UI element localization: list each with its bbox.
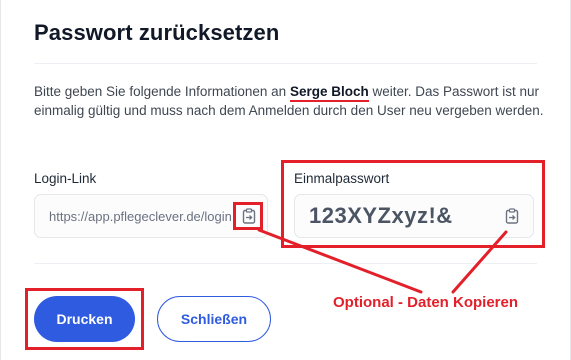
- divider: [34, 63, 537, 64]
- clipboard-copy-icon: [505, 208, 519, 224]
- clipboard-copy-icon: [242, 208, 256, 224]
- user-name-text: Serge Bloch: [289, 84, 369, 99]
- reset-password-dialog: Passwort zurücksetzen Bitte geben Sie fo…: [0, 0, 571, 360]
- dialog-title: Passwort zurücksetzen: [34, 20, 280, 45]
- user-name-red-underline: [289, 100, 369, 102]
- password-copy-button[interactable]: [503, 206, 521, 226]
- divider: [34, 263, 537, 264]
- annotation-label: Optional - Daten Kopieren: [333, 294, 519, 311]
- dialog-description: Bitte geben Sie folgende Informationen a…: [34, 82, 544, 120]
- close-button[interactable]: Schließen: [157, 296, 271, 342]
- description-text-before: Bitte geben Sie folgende Informationen a…: [34, 84, 290, 99]
- login-link-field[interactable]: https://app.pflegeclever.de/login: [34, 194, 268, 238]
- login-link-copy-button[interactable]: [240, 206, 258, 226]
- login-link-label: Login-Link: [34, 171, 97, 186]
- print-button[interactable]: Drucken: [34, 296, 135, 342]
- login-link-value: https://app.pflegeclever.de/login: [49, 208, 232, 224]
- one-time-password-label: Einmalpasswort: [294, 171, 390, 186]
- one-time-password-field[interactable]: 123XYZxyz!&: [294, 194, 534, 238]
- user-name: Serge Bloch: [289, 84, 369, 102]
- one-time-password-value: 123XYZxyz!&: [309, 203, 453, 228]
